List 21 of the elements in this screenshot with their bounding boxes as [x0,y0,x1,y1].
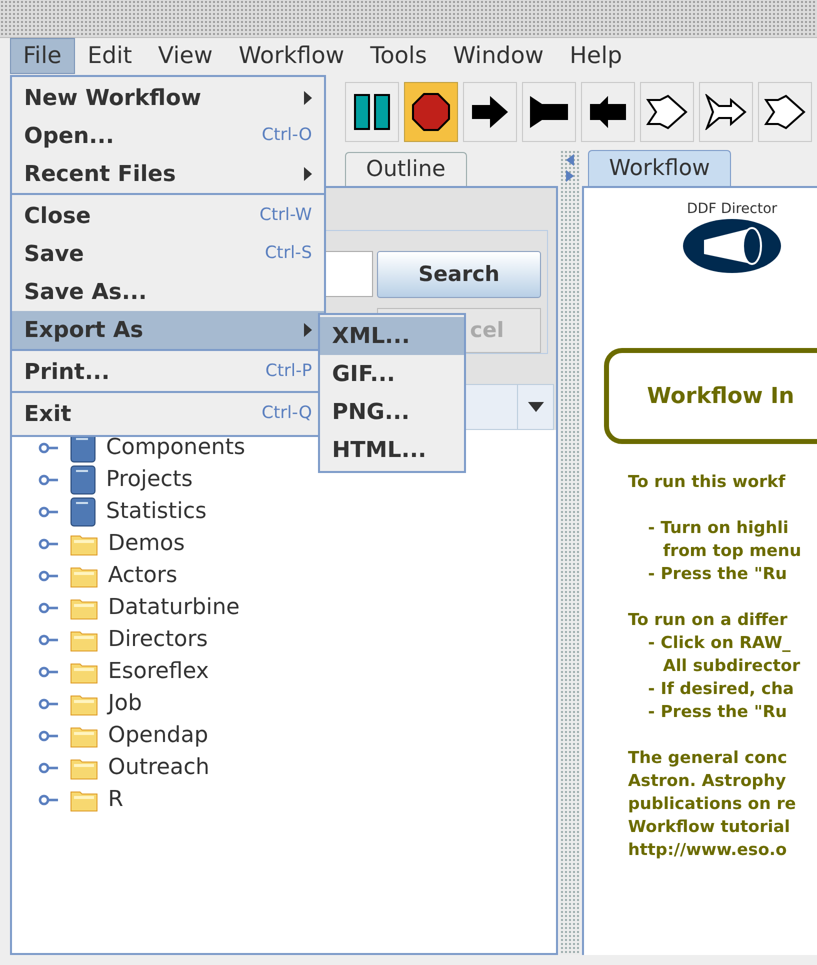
instruction-text: All subdirector [662,655,802,677]
shortcut-text: Ctrl-Q [262,402,312,426]
director-label: DDF Director [686,200,778,218]
instruction-text: To run on a differ [628,609,788,631]
instruction-text: - If desired, cha [648,678,795,700]
shortcut-text: Ctrl-P [265,360,312,384]
shortcut-text: Ctrl-W [259,204,312,228]
instruction-text: Workflow tutorial [628,816,792,838]
instruction-text: http://www.eso.o [628,839,788,861]
instruction-text: - Press the "Ru [648,563,788,585]
shortcut-text: Ctrl-O [262,124,312,148]
instruction-text: To run this workf [628,471,786,493]
instruction-text: - Click on RAW_ [648,632,792,654]
instruction-text: from top menu [662,540,802,562]
shortcut-text: Ctrl-S [264,242,312,266]
instruction-text: publications on re [628,793,797,815]
instruction-text: - Press the "Ru [648,701,788,723]
instruction-text: Astron. Astrophy [628,770,787,792]
box-title: Workflow In [647,382,794,410]
instruction-text: - Turn on highli [648,517,790,539]
instruction-text: The general conc [628,747,788,769]
